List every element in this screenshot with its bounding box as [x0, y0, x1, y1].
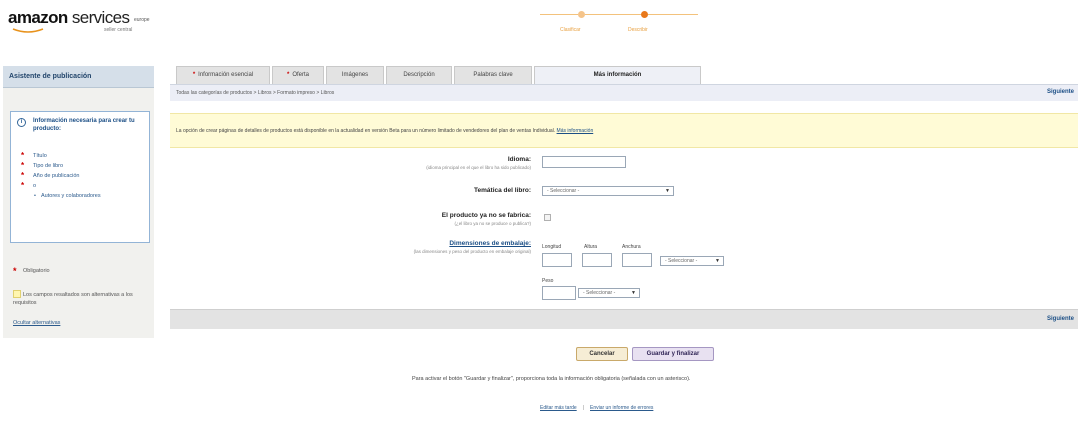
smile-icon — [12, 28, 44, 33]
list-item: * Título — [21, 151, 47, 160]
tab-keywords[interactable]: Palabras clave — [454, 66, 532, 84]
weight-label: Peso — [542, 278, 554, 284]
amazon-services-logo[interactable]: amazon services europe seller central — [8, 8, 158, 38]
list-item: • Autores y colaboradores — [34, 193, 101, 199]
language-hint: (idioma principal en el que el libro ha … — [426, 165, 531, 170]
logo-services: services — [71, 8, 130, 27]
step-line-right — [648, 14, 698, 15]
progress-steps: Clasificar Describir — [540, 10, 720, 40]
info-icon: i — [17, 118, 26, 127]
theme-label: Temática del libro: — [474, 187, 531, 194]
legend-required: Obligatorio — [23, 268, 50, 274]
step-label-describe: Describir — [628, 27, 648, 33]
main-panel: Todas las categorías de productos > Libr… — [170, 84, 1078, 338]
legend-alternatives: Los campos resaltados son alternativas a… — [13, 292, 133, 306]
tab-more-info[interactable]: Más información — [534, 66, 701, 85]
theme-select[interactable]: - Seleccionar - ▼ — [542, 186, 674, 196]
dimensions-hint: (las dimensiones y peso del producto en … — [413, 249, 531, 254]
height-input[interactable] — [582, 253, 612, 267]
step-line-mid — [585, 14, 641, 15]
tab-description[interactable]: Descripción — [386, 66, 452, 84]
more-info-link[interactable]: Más información — [557, 128, 594, 134]
tab-images[interactable]: Imágenes — [326, 66, 384, 84]
hide-alternatives-link[interactable]: Ocultar alternativas — [13, 320, 60, 326]
discontinued-checkbox[interactable] — [544, 214, 551, 221]
chevron-down-icon: ▼ — [631, 290, 636, 296]
list-item: * o — [21, 181, 37, 190]
breadcrumb-bar: Todas las categorías de productos > Libr… — [170, 84, 1078, 101]
footer-links: Editar más tarde | Enviar un informe de er… — [540, 405, 653, 411]
footer-note: Para activar el botón "Guardar y finaliz… — [412, 376, 691, 382]
required-star-icon: * — [21, 161, 25, 170]
step-label-classify[interactable]: Clasificar — [560, 27, 581, 33]
length-label: Longitud — [542, 244, 562, 250]
cancel-button[interactable]: Cancelar — [576, 347, 628, 361]
info-title: Información necesaria para crear tu prod… — [33, 118, 135, 132]
logo-region: europe — [134, 17, 150, 23]
next-button-bottom[interactable]: Siguiente — [1047, 316, 1074, 322]
width-input[interactable] — [622, 253, 652, 267]
weight-input[interactable] — [542, 286, 576, 300]
dimension-unit-select[interactable]: - Seleccionar - ▼ — [660, 256, 724, 266]
chevron-down-icon: ▼ — [665, 188, 670, 194]
step-active-icon — [641, 11, 648, 18]
discontinued-hint: (¿el libro ya no se produce o publica?) — [454, 221, 531, 226]
required-star-icon: * — [192, 72, 196, 78]
sidebar-title: Asistente de publicación — [9, 73, 92, 80]
width-label: Anchura — [622, 244, 641, 250]
logo-amazon: amazon — [8, 8, 68, 27]
length-input[interactable] — [542, 253, 572, 267]
required-star-icon: * — [21, 151, 25, 160]
required-list: * Título * Tipo de libro * Año de publicaci… — [21, 151, 146, 210]
tab-offer[interactable]: * Oferta — [272, 66, 324, 84]
link-separator: | — [582, 405, 584, 411]
language-label: Idioma: — [507, 156, 531, 163]
step-done-icon — [578, 11, 585, 18]
chevron-down-icon: ▼ — [715, 258, 720, 264]
height-label: Altura — [584, 244, 598, 250]
weight-unit-select[interactable]: - Seleccionar - ▼ — [578, 288, 640, 298]
sidebar-header: Asistente de publicación — [3, 66, 154, 88]
step-line-left — [540, 14, 578, 15]
logo-subtitle: seller central — [104, 27, 133, 33]
sidebar: Asistente de publicación i Información n… — [3, 66, 154, 338]
list-item: * Año de publicación — [21, 171, 80, 180]
required-info-box: i Información necesaria para crear tu pr… — [10, 111, 150, 243]
next-button-top[interactable]: Siguiente — [1047, 89, 1074, 95]
save-and-finish-button[interactable]: Guardar y finalizar — [632, 347, 714, 361]
bullet-icon: • — [34, 193, 36, 199]
edit-later-link[interactable]: Editar más tarde — [540, 405, 577, 411]
required-star-icon: * — [21, 181, 25, 190]
dimensions-label[interactable]: Dimensiones de embalaje: — [449, 240, 531, 247]
beta-notice: La opción de crear páginas de detalles d… — [170, 113, 1078, 148]
required-star-icon: * — [21, 171, 25, 180]
report-error-link[interactable]: Enviar un informe de errores — [590, 405, 653, 411]
notice-text: La opción de crear páginas de detalles d… — [176, 128, 594, 134]
required-star-icon: * — [286, 72, 290, 78]
bottom-nav-bar: Siguiente — [170, 309, 1078, 329]
language-input[interactable] — [542, 156, 626, 168]
list-item: * Tipo de libro — [21, 161, 64, 170]
breadcrumb[interactable]: Todas las categorías de productos > Libr… — [176, 90, 334, 96]
tab-bar: * Información esencial * Oferta Imágenes D… — [176, 66, 701, 85]
tab-essential-info[interactable]: * Información esencial — [176, 66, 270, 84]
discontinued-label: El producto ya no se fabrica: — [441, 212, 531, 219]
required-star-icon: * — [13, 266, 17, 276]
